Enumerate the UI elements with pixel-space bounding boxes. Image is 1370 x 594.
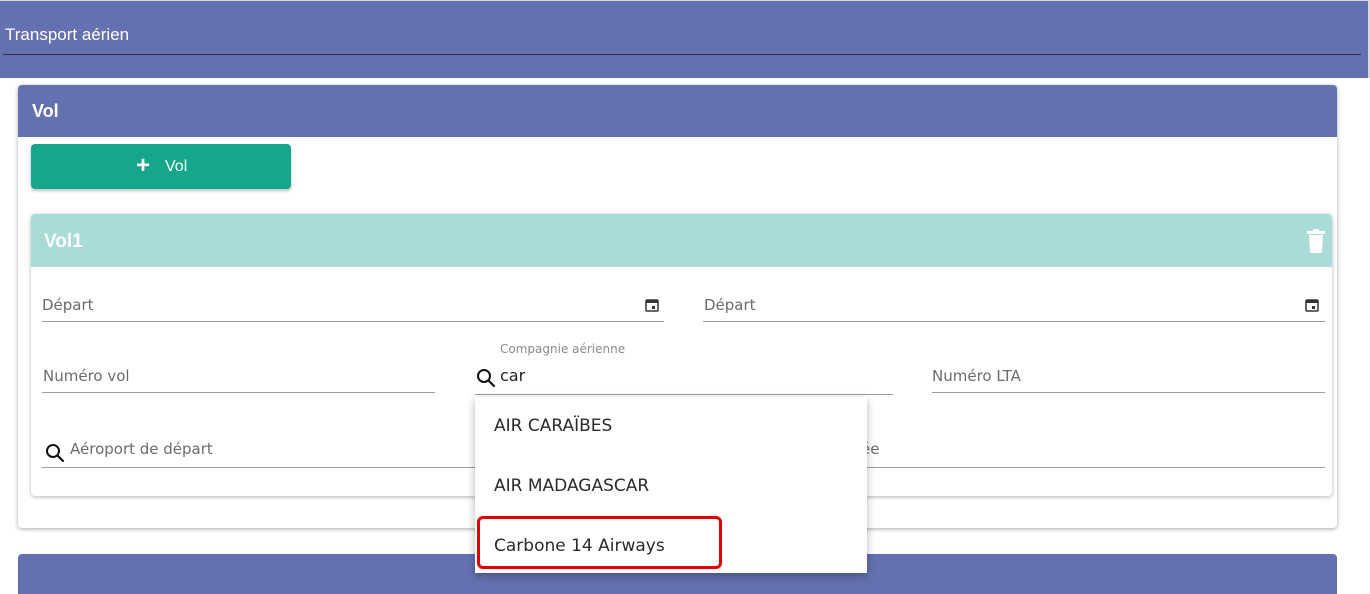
- page-title: Transport aérien: [5, 25, 130, 44]
- vol-section-header: Vol: [18, 85, 1337, 137]
- compagnie-search-value: car: [500, 366, 526, 385]
- compagnie-search-input[interactable]: [475, 363, 893, 395]
- depart-date-placeholder-1: Départ: [42, 296, 94, 314]
- aeroport-depart-placeholder: Aéroport de départ: [70, 440, 213, 458]
- vol-section-title: Vol: [32, 101, 59, 121]
- calendar-icon[interactable]: [1305, 298, 1319, 312]
- numero-lta-placeholder: Numéro LTA: [932, 367, 1021, 385]
- numero-vol-placeholder: Numéro vol: [43, 367, 130, 385]
- add-vol-button[interactable]: + Vol: [31, 144, 291, 189]
- compagnie-label: Compagnie aérienne: [500, 342, 626, 356]
- dropdown-option[interactable]: Carbone 14 Airways: [475, 517, 867, 573]
- add-vol-button-label: Vol: [165, 158, 188, 175]
- flight-card-title: Vol1: [44, 231, 83, 252]
- search-icon: [46, 444, 65, 463]
- dropdown-option[interactable]: AIR MADAGASCAR: [475, 457, 867, 517]
- depart-date-field-1[interactable]: [42, 292, 664, 322]
- depart-date-placeholder-2: Départ: [704, 296, 756, 314]
- aeroport-arrivee-field[interactable]: [860, 438, 1325, 468]
- search-icon: [477, 369, 496, 388]
- trash-icon[interactable]: [1307, 229, 1325, 253]
- depart-date-field-2[interactable]: [703, 292, 1325, 322]
- app-header: Transport aérien: [0, 0, 1370, 78]
- flight-card-header: Vol1: [31, 214, 1332, 267]
- header-divider: [3, 54, 1361, 55]
- calendar-icon[interactable]: [645, 298, 659, 312]
- compagnie-dropdown: AIR CARAÏBES AIR MADAGASCAR Carbone 14 A…: [475, 397, 867, 573]
- plus-icon: +: [136, 152, 151, 179]
- dropdown-option[interactable]: AIR CARAÏBES: [475, 397, 867, 457]
